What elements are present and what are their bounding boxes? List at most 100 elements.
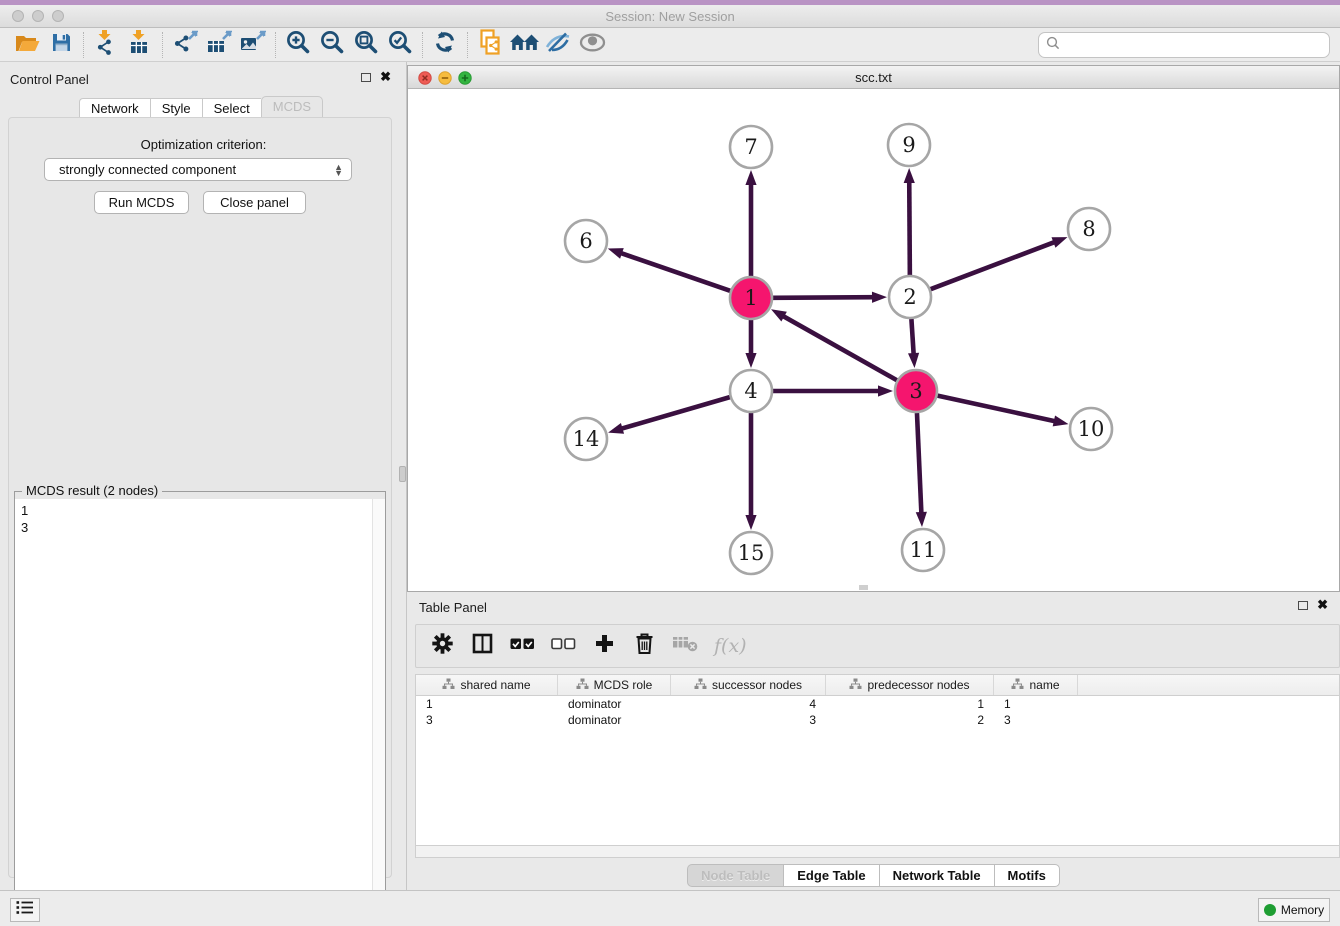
table-row[interactable]: 1dominator411: [416, 696, 1339, 712]
close-panel-icon[interactable]: ✖: [380, 72, 391, 82]
toolbar-separator: [83, 32, 84, 58]
edge-1-6[interactable]: [619, 252, 730, 290]
import-network-icon: [95, 30, 117, 60]
task-history-button[interactable]: [10, 898, 40, 922]
cell-MCDS-role[interactable]: dominator: [558, 712, 671, 728]
cell-name[interactable]: 1: [994, 696, 1078, 712]
edge-arrow-1-4: [745, 353, 756, 368]
close-table-panel-icon[interactable]: ✖: [1317, 600, 1328, 610]
column-tree-icon: [1011, 678, 1024, 693]
tab-select[interactable]: Select: [202, 98, 261, 118]
close-window-button[interactable]: [12, 10, 24, 22]
table-row[interactable]: 3dominator323: [416, 712, 1339, 728]
cell-predecessor-nodes[interactable]: 1: [826, 696, 994, 712]
memory-button[interactable]: Memory: [1258, 898, 1330, 922]
column-header-shared-name[interactable]: shared name: [416, 675, 558, 695]
zoom-selected-button[interactable]: [383, 30, 417, 60]
tab-motifs[interactable]: Motifs: [994, 864, 1060, 887]
column-label: MCDS role: [594, 678, 653, 692]
criterion-dropdown[interactable]: strongly connected component ▲▼: [44, 158, 352, 181]
control-panel-title: Control Panel: [10, 72, 89, 87]
search-input[interactable]: [1064, 35, 1329, 55]
column-header-predecessor-nodes[interactable]: predecessor nodes: [826, 675, 994, 695]
column-header-name[interactable]: name: [994, 675, 1078, 695]
export-table-icon: [207, 30, 232, 59]
tab-node-table[interactable]: Node Table: [687, 864, 783, 887]
export-image-button[interactable]: [236, 30, 270, 60]
edge-3-1[interactable]: [781, 315, 896, 380]
edge-2-3[interactable]: [911, 319, 913, 356]
column-header-successor-nodes[interactable]: successor nodes: [671, 675, 826, 695]
network-window-titlebar[interactable]: scc.txt: [408, 66, 1339, 89]
cell-MCDS-role[interactable]: dominator: [558, 696, 671, 712]
mcds-result-text[interactable]: 1 3: [15, 499, 372, 926]
export-table-button[interactable]: [202, 30, 236, 60]
clone-network-button[interactable]: [473, 30, 507, 60]
import-table-button[interactable]: [123, 30, 157, 60]
zoom-fit-button[interactable]: [349, 30, 383, 60]
zoom-window-button[interactable]: [52, 10, 64, 22]
edge-arrow-1-2: [872, 292, 887, 303]
edge-3-10[interactable]: [937, 396, 1056, 422]
app-titlebar: Session: New Session: [0, 5, 1340, 28]
open-session-button[interactable]: [10, 30, 44, 60]
search-box[interactable]: [1038, 32, 1330, 58]
tab-network-table[interactable]: Network Table: [879, 864, 994, 887]
cell-successor-nodes[interactable]: 3: [671, 712, 826, 728]
settings-gear-button[interactable]: [430, 631, 454, 661]
table-panel: Table Panel ✖ f(x) shared nameMCDS roles…: [407, 595, 1340, 890]
column-label: shared name: [460, 678, 530, 692]
hide-selected-button[interactable]: [541, 30, 575, 60]
tab-mcds[interactable]: MCDS: [261, 96, 323, 119]
network-view-title: scc.txt: [408, 66, 1339, 89]
save-session-button[interactable]: [44, 30, 78, 60]
cell-predecessor-nodes[interactable]: 2: [826, 712, 994, 728]
select-all-button[interactable]: [510, 631, 535, 661]
node-table: shared name MCDS role successor nodesprede…: [415, 674, 1340, 845]
float-table-panel-icon[interactable]: [1298, 601, 1308, 610]
column-visibility-button[interactable]: [470, 631, 494, 661]
close-panel-button[interactable]: Close panel: [203, 191, 306, 214]
zoom-in-button[interactable]: [281, 30, 315, 60]
column-header-MCDS-role[interactable]: MCDS role: [558, 675, 671, 695]
export-network-button[interactable]: [168, 30, 202, 60]
edge-1-2[interactable]: [773, 297, 875, 298]
show-all-button[interactable]: [575, 30, 609, 60]
import-network-button[interactable]: [89, 30, 123, 60]
edge-3-11[interactable]: [917, 413, 921, 515]
clone-network-icon: [478, 29, 503, 61]
column-visibility-icon: [472, 633, 493, 659]
cell-name[interactable]: 3: [994, 712, 1078, 728]
add-column-button[interactable]: [592, 631, 616, 661]
table-panel-window-buttons: ✖: [1298, 600, 1328, 610]
network-canvas[interactable]: 7968124314101511: [408, 89, 1339, 591]
table-scrollbar[interactable]: [415, 845, 1340, 858]
float-panel-icon[interactable]: [361, 73, 371, 82]
mcds-result-scrollbar[interactable]: [372, 499, 385, 926]
first-neighbors-button[interactable]: [507, 30, 541, 60]
cell-shared-name[interactable]: 3: [416, 712, 558, 728]
cell-shared-name[interactable]: 1: [416, 696, 558, 712]
function-builder-button: f(x): [714, 631, 747, 661]
zoom-out-button[interactable]: [315, 30, 349, 60]
node-label-2: 2: [903, 285, 916, 309]
minimize-window-button[interactable]: [32, 10, 44, 22]
edge-2-8[interactable]: [931, 241, 1057, 289]
apply-preferred-layout-icon: [433, 30, 457, 59]
network-graph[interactable]: 7968124314101511: [408, 89, 1339, 591]
control-panel-window-buttons: ✖: [361, 72, 391, 82]
node-label-3: 3: [909, 379, 922, 403]
canvas-scroll-nub[interactable]: [859, 585, 868, 590]
panel-divider-handle[interactable]: [399, 466, 406, 482]
edge-4-14[interactable]: [620, 397, 730, 429]
network-window-traffic-lights[interactable]: [418, 71, 480, 85]
deselect-all-button[interactable]: [551, 631, 576, 661]
run-mcds-button[interactable]: Run MCDS: [94, 191, 189, 214]
tab-style[interactable]: Style: [150, 98, 202, 118]
edge-2-9[interactable]: [909, 180, 910, 275]
apply-preferred-layout-button[interactable]: [428, 30, 462, 60]
tab-network[interactable]: Network: [79, 98, 150, 118]
cell-successor-nodes[interactable]: 4: [671, 696, 826, 712]
delete-column-button[interactable]: [632, 631, 656, 661]
tab-edge-table[interactable]: Edge Table: [783, 864, 878, 887]
